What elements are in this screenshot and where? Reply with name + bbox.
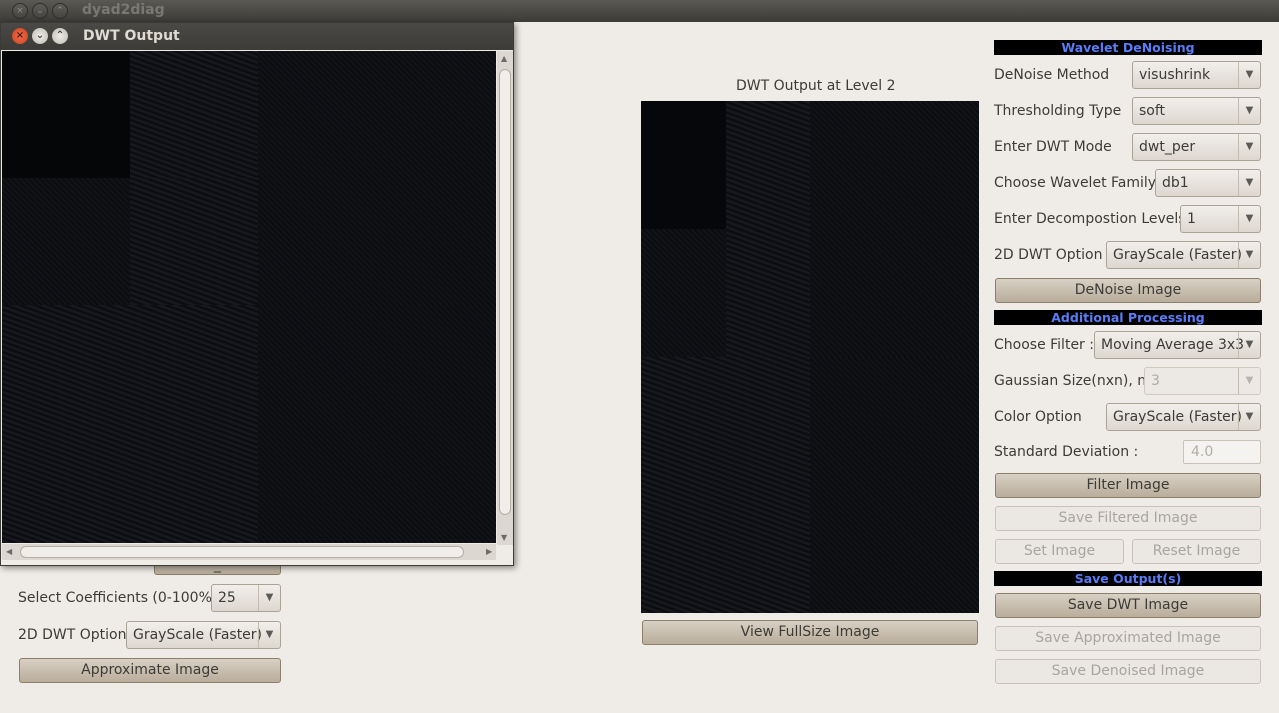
scroll-up-icon[interactable]: ▲ bbox=[501, 54, 507, 63]
main-titlebar: × ⌄ ⌃ dyad2diag bbox=[0, 0, 1279, 22]
dwt-window-title: DWT Output bbox=[83, 28, 180, 44]
standard-deviation-label: Standard Deviation : bbox=[994, 444, 1139, 460]
horizontal-scroll-thumb[interactable] bbox=[20, 546, 464, 558]
dwt-approx-thumbnail bbox=[2, 51, 130, 178]
select-coefficients-combo[interactable]: 25 ▼ bbox=[211, 584, 281, 612]
chevron-down-icon: ▼ bbox=[1238, 332, 1260, 358]
choose-filter-combo[interactable]: Moving Average 3x3 ▼ bbox=[1094, 331, 1261, 359]
scroll-left-icon[interactable]: ◀ bbox=[6, 547, 12, 556]
chevron-down-icon: ▼ bbox=[1238, 170, 1260, 196]
set-image-button[interactable]: Set Image bbox=[995, 539, 1124, 564]
chevron-down-icon: ▼ bbox=[1238, 404, 1260, 430]
dwt-output-window: × ⌄ ⌃ DWT Output ▲ ▼ ◀ ▶ bbox=[0, 22, 514, 566]
chevron-down-icon: ▼ bbox=[1238, 98, 1260, 124]
dwt-output-image bbox=[641, 101, 979, 613]
left-dwt-option-combo[interactable]: GrayScale (Faster) ▼ bbox=[126, 621, 281, 649]
dwt-mode-value: dwt_per bbox=[1139, 139, 1196, 155]
left-dwt-option-label: 2D DWT Option bbox=[18, 627, 127, 643]
dwt-detail-quadrant bbox=[130, 178, 258, 305]
denoise-method-label: DeNoise Method bbox=[994, 67, 1110, 83]
save-denoised-image-button[interactable]: Save Denoised Image bbox=[995, 659, 1261, 684]
denoise-method-value: visushrink bbox=[1139, 67, 1211, 83]
dwt-output-level-label: DWT Output at Level 2 bbox=[736, 78, 896, 94]
save-approximated-image-button[interactable]: Save Approximated Image bbox=[995, 626, 1261, 651]
dwt-detail-quadrant bbox=[258, 51, 496, 305]
chevron-down-icon: ▼ bbox=[1238, 206, 1260, 232]
save-filtered-image-button[interactable]: Save Filtered Image bbox=[995, 506, 1261, 531]
chevron-down-icon: ▼ bbox=[1238, 134, 1260, 160]
color-option-label: Color Option bbox=[994, 409, 1082, 425]
horizontal-scrollbar[interactable]: ◀ ▶ bbox=[2, 544, 496, 560]
chevron-down-icon: ▼ bbox=[1238, 62, 1260, 88]
dwt-window-titlebar[interactable]: × ⌄ ⌃ DWT Output bbox=[1, 23, 513, 50]
dwt-detail-quadrant bbox=[726, 101, 810, 229]
dwt-approx-thumbnail bbox=[641, 101, 726, 229]
dwt-output-canvas bbox=[2, 51, 496, 543]
dwt-detail-quadrant bbox=[726, 229, 810, 357]
choose-filter-label: Choose Filter : bbox=[994, 337, 1094, 353]
select-coefficients-label: Select Coefficients (0-100%) bbox=[18, 590, 218, 606]
decomposition-levels-label: Enter Decompostion Levels bbox=[994, 211, 1186, 227]
dwt-detail-quadrant bbox=[130, 51, 258, 178]
dwt-detail-quadrant bbox=[810, 357, 979, 613]
wavelet-family-value: db1 bbox=[1162, 175, 1189, 191]
decomposition-levels-combo[interactable]: 1 ▼ bbox=[1180, 205, 1261, 233]
save-dwt-image-button[interactable]: Save DWT Image bbox=[995, 593, 1261, 618]
decomposition-levels-value: 1 bbox=[1187, 211, 1196, 227]
wavelet-family-label: Choose Wavelet Family bbox=[994, 175, 1157, 191]
wavelet-family-combo[interactable]: db1 ▼ bbox=[1155, 169, 1261, 197]
dwt-detail-quadrant bbox=[2, 178, 130, 305]
scroll-right-icon[interactable]: ▶ bbox=[486, 547, 492, 556]
choose-filter-value: Moving Average 3x3 bbox=[1101, 337, 1245, 353]
left-dwt-option-value: GrayScale (Faster) bbox=[133, 627, 263, 643]
dwt-detail-quadrant bbox=[810, 101, 979, 357]
color-option-value: GrayScale (Faster) bbox=[1113, 409, 1243, 425]
scroll-down-icon[interactable]: ▼ bbox=[501, 533, 507, 542]
denoise-dwt-option-label: 2D DWT Option bbox=[994, 247, 1103, 263]
approximate-image-button[interactable]: Approximate Image bbox=[19, 658, 281, 683]
view-fullsize-button[interactable]: View FullSize Image bbox=[642, 620, 978, 645]
chevron-down-icon: ▼ bbox=[258, 622, 280, 648]
denoise-image-button[interactable]: DeNoise Image bbox=[995, 278, 1261, 303]
thresholding-type-value: soft bbox=[1139, 103, 1166, 119]
filter-image-button[interactable]: Filter Image bbox=[995, 473, 1261, 498]
dwt-detail-quadrant bbox=[641, 357, 810, 613]
chevron-down-icon: ▼ bbox=[1238, 368, 1260, 394]
minimize-icon[interactable]: ⌄ bbox=[32, 3, 48, 19]
app-title: dyad2diag bbox=[82, 2, 165, 18]
denoise-dwt-option-value: GrayScale (Faster) bbox=[1113, 247, 1243, 263]
maximize-icon[interactable]: ⌃ bbox=[52, 28, 68, 44]
close-icon[interactable]: × bbox=[12, 3, 28, 19]
standard-deviation-field[interactable]: 4.0 bbox=[1183, 440, 1261, 464]
additional-processing-header: Additional Processing bbox=[994, 310, 1262, 325]
save-outputs-header: Save Output(s) bbox=[994, 571, 1262, 586]
gaussian-size-value: 3 bbox=[1151, 373, 1160, 389]
dwt-mode-combo[interactable]: dwt_per ▼ bbox=[1132, 133, 1261, 161]
dwt-detail-quadrant bbox=[258, 305, 496, 543]
select-coefficients-value: 25 bbox=[218, 590, 236, 606]
vertical-scrollbar[interactable]: ▲ ▼ bbox=[497, 51, 513, 545]
dwt-mode-label: Enter DWT Mode bbox=[994, 139, 1112, 155]
thresholding-type-label: Thresholding Type bbox=[994, 103, 1122, 119]
denoise-method-combo[interactable]: visushrink ▼ bbox=[1132, 61, 1261, 89]
dwt-detail-quadrant bbox=[2, 305, 258, 543]
color-option-combo[interactable]: GrayScale (Faster) ▼ bbox=[1106, 403, 1261, 431]
reset-image-button[interactable]: Reset Image bbox=[1132, 539, 1261, 564]
vertical-scroll-thumb[interactable] bbox=[499, 69, 511, 515]
maximize-icon[interactable]: ⌃ bbox=[52, 3, 68, 19]
chevron-down-icon: ▼ bbox=[258, 585, 280, 611]
thresholding-type-combo[interactable]: soft ▼ bbox=[1132, 97, 1261, 125]
wavelet-denoising-header: Wavelet DeNoising bbox=[994, 40, 1262, 55]
minimize-icon[interactable]: ⌄ bbox=[32, 28, 48, 44]
chevron-down-icon: ▼ bbox=[1238, 242, 1260, 268]
gaussian-size-combo[interactable]: 3 ▼ bbox=[1144, 367, 1261, 395]
denoise-dwt-option-combo[interactable]: GrayScale (Faster) ▼ bbox=[1106, 241, 1261, 269]
close-icon[interactable]: × bbox=[12, 28, 28, 44]
gaussian-size-label: Gaussian Size(nxn), n: bbox=[994, 373, 1151, 389]
dwt-detail-quadrant bbox=[641, 229, 726, 357]
